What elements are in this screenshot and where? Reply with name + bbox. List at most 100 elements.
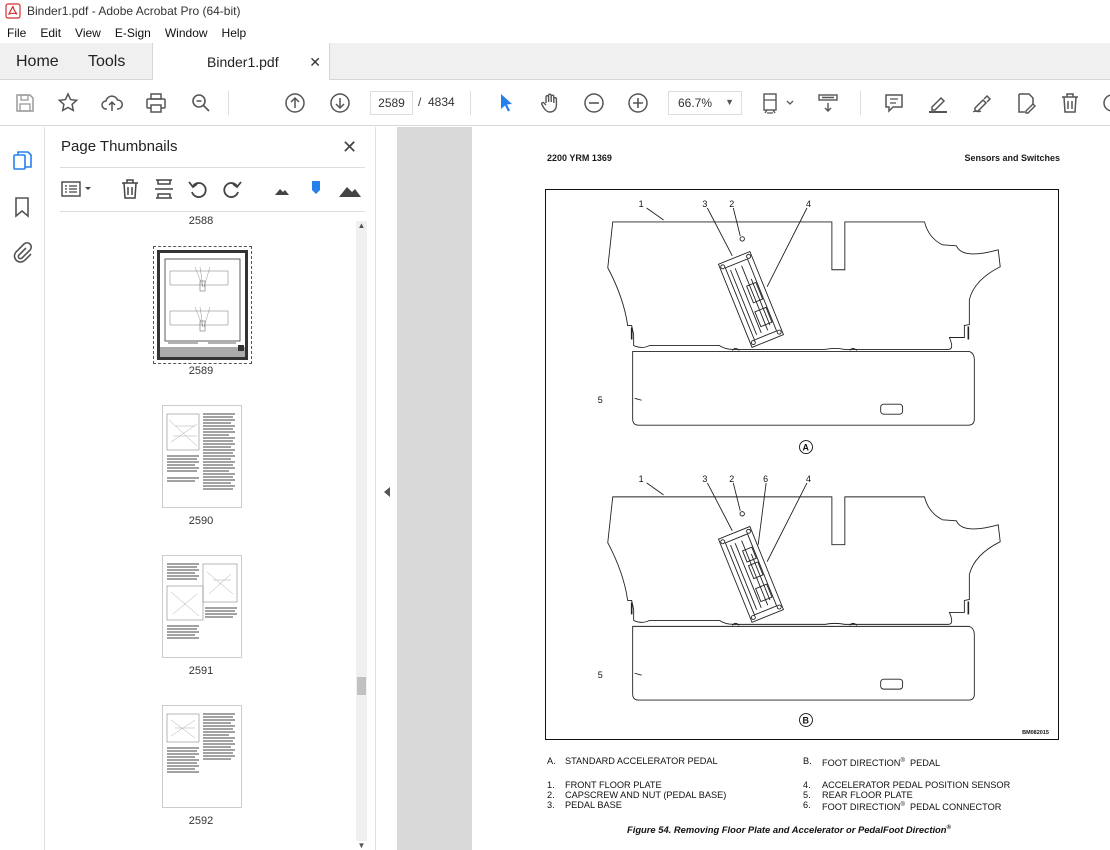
menu-help[interactable]: Help: [215, 26, 254, 40]
legend-letter: A.: [547, 756, 556, 766]
rotate-clockwise-icon[interactable]: [220, 177, 244, 201]
scroll-up-icon[interactable]: ▲: [356, 221, 367, 232]
callout-b-2: 2: [729, 474, 734, 484]
callout-b-4: 4: [806, 474, 811, 484]
callout-a-4: 4: [806, 199, 811, 209]
legend-num-4: 4.: [803, 780, 811, 790]
thumbnail-size-slider-icon[interactable]: [304, 177, 328, 201]
callout-b-1: 1: [639, 474, 644, 484]
sign-pen-icon[interactable]: [970, 91, 994, 115]
callout-a-2: 2: [729, 199, 734, 209]
pdf-page: 2200 YRM 1369 Sensors and Switches 1 3 2…: [472, 127, 1110, 850]
window-title: Binder1.pdf - Adobe Acrobat Pro (64-bit): [27, 4, 241, 18]
comment-icon[interactable]: [882, 91, 906, 115]
legend-b-text: FOOT DIRECTION® PEDAL: [822, 756, 940, 768]
thumbnail-page-2590[interactable]: [162, 405, 242, 508]
legend-text-2: CAPSCREW AND NUT (PEDAL BASE): [565, 790, 727, 800]
extract-pages-icon[interactable]: [152, 177, 176, 201]
legend-text-5: REAR FLOOR PLATE: [822, 790, 913, 800]
bookmark-star-icon[interactable]: [56, 91, 80, 115]
previous-page-icon[interactable]: [283, 91, 307, 115]
callout-b-5: 5: [598, 670, 603, 680]
figure-caption-text: Figure 54. Removing Floor Plate and Acce…: [627, 824, 947, 835]
close-tab-icon[interactable]: ✕: [309, 54, 321, 71]
title-bar: Binder1.pdf - Adobe Acrobat Pro (64-bit): [0, 0, 1110, 22]
collapse-panel-handle[interactable]: [375, 127, 397, 850]
zoom-in-icon[interactable]: [626, 91, 650, 115]
panel-divider: [60, 167, 365, 168]
bookmarks-icon[interactable]: [10, 195, 34, 219]
registered-mark: ®: [946, 824, 951, 831]
legend-6-suffix: PEDAL CONNECTOR: [909, 802, 1002, 813]
scroll-down-icon[interactable]: ▼: [356, 841, 367, 850]
menu-view[interactable]: View: [68, 26, 108, 40]
legend-text-6: FOOT DIRECTION® PEDAL CONNECTOR: [822, 800, 1001, 812]
delete-trash-icon[interactable]: [1058, 91, 1082, 115]
document-view[interactable]: 2200 YRM 1369 Sensors and Switches 1 3 2…: [397, 127, 1110, 850]
legend-b-label: FOOT DIRECTION: [822, 758, 901, 769]
thumbnail-size-large-icon[interactable]: [338, 177, 362, 201]
left-navigation-rail: [0, 127, 45, 850]
toolbar-divider: [470, 91, 471, 115]
thumbnail-size-small-icon[interactable]: [270, 177, 294, 201]
highlight-pen-icon[interactable]: [926, 91, 950, 115]
menu-edit[interactable]: Edit: [33, 26, 68, 40]
thumbnail-preview: [166, 563, 238, 639]
page-number-input[interactable]: 2589: [370, 91, 413, 115]
select-cursor-icon[interactable]: [494, 91, 518, 115]
scroll-mode-icon[interactable]: [816, 91, 840, 115]
thumbnail-page-2591[interactable]: [162, 555, 242, 658]
page-thumbnails-icon[interactable]: [10, 149, 34, 173]
thumbnail-page-label: 2589: [188, 365, 214, 377]
close-panel-icon[interactable]: ✕: [342, 137, 357, 158]
callout-b-6: 6: [763, 474, 768, 484]
edit-pdf-icon[interactable]: [1014, 91, 1038, 115]
tab-bar: Home Tools Binder1.pdf ✕: [0, 43, 1110, 81]
delete-pages-icon[interactable]: [118, 177, 142, 201]
legend-6-label: FOOT DIRECTION: [822, 802, 901, 813]
page-thumbnails-panel: Page Thumbnails ✕ 2588 2589 2590 2591 25…: [45, 127, 375, 850]
registered-mark: ®: [900, 758, 905, 764]
zoom-level-select[interactable]: 66.7% ▼: [668, 91, 742, 115]
attachments-paperclip-icon[interactable]: [10, 241, 34, 265]
print-icon[interactable]: [144, 91, 168, 115]
thumbnail-page-2589[interactable]: [153, 246, 252, 364]
legend-num-1: 1.: [547, 780, 555, 790]
tab-tools[interactable]: Tools: [88, 43, 125, 80]
view-a-label: A: [802, 443, 809, 453]
legend-num-3: 3.: [547, 800, 555, 810]
thumbnail-list: 2588 2589 2590 2591 2592 ▲ ▼: [45, 213, 367, 850]
thumbnail-preview: [166, 413, 235, 490]
legend-num-2: 2.: [547, 790, 555, 800]
thumbnail-preview: [160, 258, 245, 357]
menu-esign[interactable]: E-Sign: [108, 26, 158, 40]
search-icon[interactable]: [189, 91, 213, 115]
upload-cloud-icon[interactable]: [100, 91, 124, 115]
tab-document-label: Binder1.pdf: [207, 54, 279, 70]
next-page-icon[interactable]: [328, 91, 352, 115]
thumbnail-page-2592[interactable]: [162, 705, 242, 808]
menu-file[interactable]: File: [0, 26, 33, 40]
thumbnail-options-menu-icon[interactable]: [60, 177, 91, 201]
zoom-out-icon[interactable]: [582, 91, 606, 115]
legend-a-text: STANDARD ACCELERATOR PEDAL: [565, 756, 718, 766]
legend-b-suffix: PEDAL: [909, 758, 941, 769]
page-fit-icon[interactable]: [760, 91, 796, 115]
rotate-counterclockwise-icon[interactable]: [186, 177, 210, 201]
callout-b-3: 3: [702, 474, 707, 484]
page-separator: /: [418, 95, 422, 109]
tab-document[interactable]: Binder1.pdf ✕: [152, 43, 330, 81]
menu-window[interactable]: Window: [158, 26, 215, 40]
zoom-level-value: 66.7%: [678, 96, 713, 110]
hand-tool-icon[interactable]: [538, 91, 562, 115]
tab-home[interactable]: Home: [16, 43, 59, 80]
thumbnail-scrollbar[interactable]: [356, 221, 367, 841]
thumbnail-page-label: 2588: [188, 215, 214, 227]
legend-b: B.: [803, 756, 812, 766]
panel-title: Page Thumbnails: [61, 138, 178, 155]
scrollbar-thumb[interactable]: [357, 677, 366, 695]
thumbnail-preview: [166, 713, 235, 773]
legend-text-3: PEDAL BASE: [565, 800, 622, 810]
more-tools-icon[interactable]: [1100, 91, 1110, 115]
save-icon[interactable]: [13, 91, 37, 115]
